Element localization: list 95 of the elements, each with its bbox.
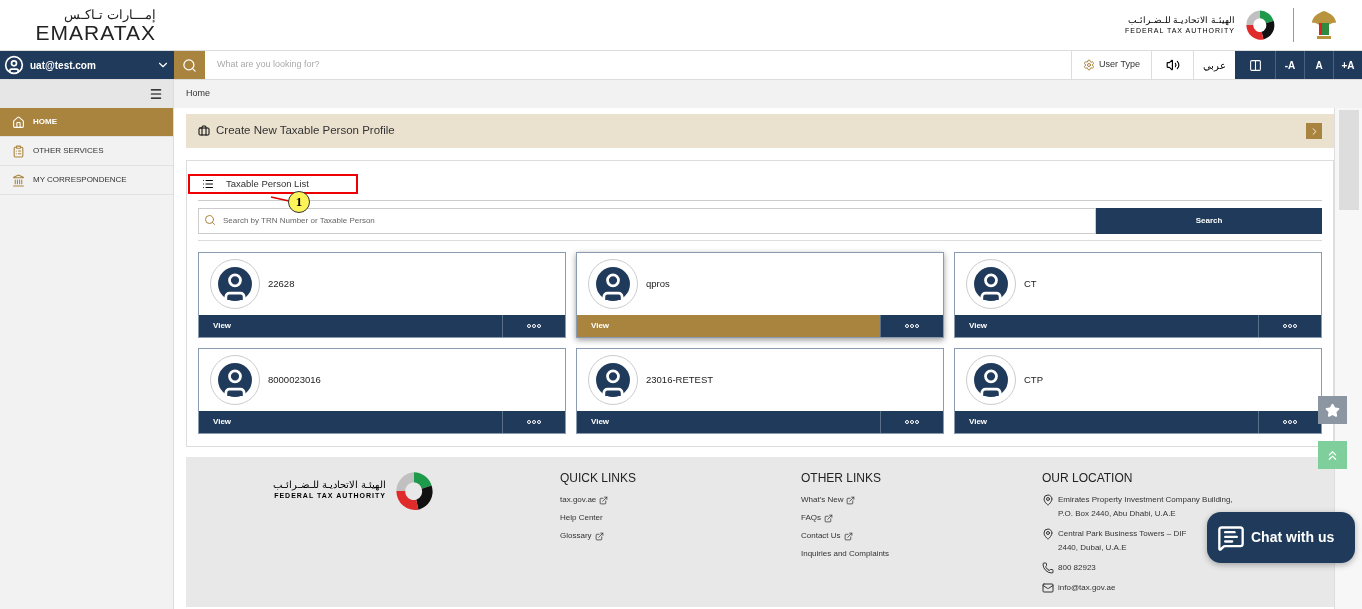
location-text: Central Park Business Towers – DIF (1058, 528, 1187, 540)
view-button[interactable]: View (955, 411, 1258, 433)
more-button[interactable] (502, 411, 565, 433)
create-profile-banner[interactable]: Create New Taxable Person Profile (186, 114, 1334, 148)
menu-icon[interactable] (149, 87, 163, 101)
breadcrumb[interactable]: Home (186, 87, 210, 101)
view-button[interactable]: View (577, 411, 880, 433)
user-menu[interactable]: uat@test.com (0, 51, 174, 79)
view-button[interactable]: View (955, 315, 1258, 337)
taxpayer-card[interactable]: qpros View (576, 252, 944, 338)
more-icon (905, 324, 919, 328)
more-button[interactable] (1258, 411, 1321, 433)
more-button[interactable] (880, 411, 943, 433)
logo-arabic-text: إمـــارات تـاكـس (64, 6, 156, 22)
ring-logo-icon (1243, 8, 1277, 42)
contrast-icon (1248, 58, 1262, 72)
star-icon (1325, 402, 1340, 418)
emblem-icon (1310, 9, 1338, 41)
search-field[interactable]: What are you looking for? (205, 51, 1071, 79)
font-size-button[interactable]: +A (1333, 51, 1362, 79)
taxpayer-card[interactable]: 23016-RETEST View (576, 348, 944, 434)
search-button[interactable] (174, 51, 205, 79)
sidebar-item[interactable]: OTHER SERVICES (0, 137, 173, 166)
list-icon (202, 178, 214, 190)
footer-link[interactable]: Contact Us (801, 527, 1042, 545)
more-button[interactable] (502, 315, 565, 337)
footer-link[interactable]: Glossary (560, 527, 801, 545)
user-type-button[interactable]: User Type (1071, 51, 1151, 79)
external-link-icon (824, 513, 833, 523)
external-link-icon (594, 531, 604, 541)
footer-heading: OUR LOCATION (1042, 470, 1134, 487)
authority-arabic-text: الهيئـة الاتحاديـة للـضـرائـب (273, 479, 386, 491)
external-link-icon (843, 531, 853, 541)
taxpayer-name: 22628 (268, 276, 295, 291)
trn-search-field[interactable]: Search by TRN Number or Taxable Person (198, 208, 1096, 234)
list-title: Taxable Person List (188, 174, 358, 194)
view-button[interactable]: View (199, 411, 502, 433)
more-icon (527, 420, 541, 424)
settings-icon (1083, 59, 1096, 71)
clipboard-icon (12, 144, 25, 158)
location-text: Emirates Property Investment Company Building, (1058, 494, 1233, 506)
view-button[interactable]: View (199, 315, 502, 337)
taxpayer-name: 8000023016 (268, 372, 321, 387)
taxpayer-name: 23016-RETEST (646, 372, 714, 387)
font-size-button[interactable]: -A (1275, 51, 1304, 79)
more-icon (1283, 420, 1297, 424)
contrast-button[interactable] (1235, 51, 1275, 79)
user-avatar-icon (4, 55, 24, 75)
taxpayer-name: qpros (646, 276, 670, 291)
more-button[interactable] (1258, 315, 1321, 337)
footer-link[interactable]: Help Center (560, 509, 801, 527)
footer-link[interactable]: What's New (801, 491, 1042, 509)
more-icon (527, 324, 541, 328)
sidebar-item[interactable]: MY CORRESPONDENCE (0, 166, 173, 195)
arrow-button[interactable] (1306, 123, 1322, 139)
pin-icon (1042, 528, 1054, 540)
chat-icon (1217, 523, 1245, 552)
pin-icon (1042, 494, 1054, 506)
taxpayer-name: CTP (1024, 372, 1043, 387)
speaker-icon (1165, 58, 1180, 72)
scrollbar-thumb[interactable] (1338, 110, 1359, 210)
bank-icon (12, 173, 25, 187)
external-link-icon (846, 495, 856, 505)
chat-button[interactable]: Chat with us (1207, 512, 1355, 563)
external-link-icon (599, 495, 609, 505)
favorite-button[interactable] (1318, 396, 1347, 424)
phone-icon (1042, 562, 1054, 574)
search-button[interactable]: Search (1096, 208, 1322, 234)
leader-line (270, 196, 290, 202)
footer-heading: OTHER LINKS (801, 470, 882, 487)
taxpayer-card[interactable]: CT View (954, 252, 1322, 338)
location-text: 800 82923 (1058, 562, 1096, 574)
callout-badge: 1 (288, 191, 310, 213)
briefcase-icon (198, 125, 210, 137)
location-text: 2440, Dubai, U.A.E (1058, 542, 1128, 554)
home-icon (12, 115, 25, 129)
search-icon (182, 57, 197, 73)
location-text: P.O. Box 2440, Abu Dhabi, U.A.E (1058, 508, 1177, 520)
mail-icon (1042, 582, 1054, 594)
taxpayer-card[interactable]: CTP View (954, 348, 1322, 434)
footer-link[interactable]: Inquiries and Complaints (801, 545, 1042, 563)
search-icon (204, 214, 216, 226)
taxpayer-card[interactable]: 22628 View (198, 252, 566, 338)
taxpayer-name: CT (1024, 276, 1037, 291)
more-icon (1283, 324, 1297, 328)
authority-arabic-text: الهيئـة الاتحاديـة للـضـرائـب (1128, 15, 1235, 26)
taxpayer-card[interactable]: 8000023016 View (198, 348, 566, 434)
location-text: info@tax.gov.ae (1058, 582, 1116, 594)
footer-link[interactable]: tax.gov.ae (560, 491, 801, 509)
footer-link[interactable]: FAQs (801, 509, 1042, 527)
more-button[interactable] (880, 315, 943, 337)
scroll-top-button[interactable] (1318, 441, 1347, 469)
footer-heading: QUICK LINKS (560, 470, 638, 487)
more-icon (905, 420, 919, 424)
font-size-button[interactable]: A (1304, 51, 1333, 79)
